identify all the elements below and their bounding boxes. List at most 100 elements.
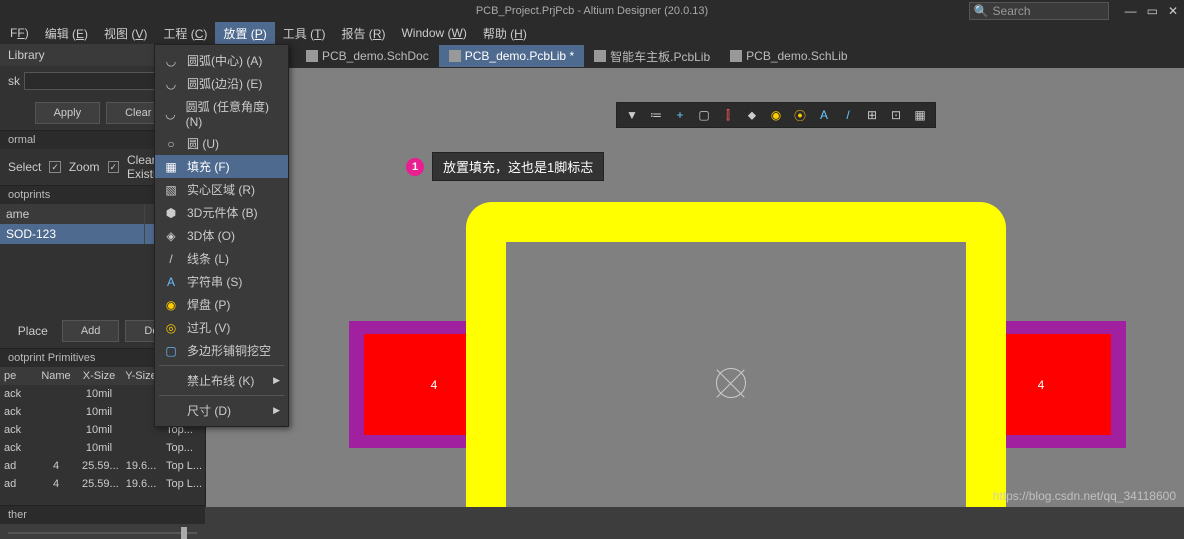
col-name[interactable]: Name [34,367,78,385]
arc-icon: ◡ [163,76,179,92]
filter-icon[interactable]: ▼ [621,105,643,125]
document-tab[interactable]: 智能车主板.PcbLib [584,44,720,69]
text-icon[interactable]: A [813,105,835,125]
col-name[interactable]: ame [0,204,145,224]
menu-item[interactable]: 编辑 (E) [37,22,96,45]
grid3-icon[interactable]: ▦ [909,105,931,125]
grid2-icon[interactable]: ⊡ [885,105,907,125]
select-label: Select [8,160,41,174]
bars-icon[interactable]: ⫿ [717,105,739,125]
origin-marker [716,368,746,398]
arc-icon: ◡ [163,53,179,69]
clear-existing-checkbox[interactable]: ✓ [108,161,119,173]
menu-item-region[interactable]: ▧实心区域 (R) [155,178,288,201]
blank-icon [163,373,179,389]
menu-item[interactable]: Window (W) [393,23,474,43]
file-icon [449,50,461,62]
region-icon: ▧ [163,182,179,198]
content-area: PCB_demo.SchDocPCB_demo.PcbLib *智能车主板.Pc… [206,44,1184,507]
primitive-row[interactable]: ad425.59...19.6...Top L... [0,457,205,475]
menu-bar: FF)编辑 (E)视图 (V)工程 (C)放置 (P)工具 (T)报告 (R)W… [0,22,1184,44]
menu-item-arc[interactable]: ◡圆弧 (任意角度) (N) [155,95,288,132]
canvas-toolbar: ▼ ≔ + ▢ ⫿ ⬥ ◉ ⦿ A / ⊞ ⊡ ▦ [616,102,936,128]
menu-item-arc[interactable]: ◡圆弧(中心) (A) [155,49,288,72]
via-icon[interactable]: ⦿ [789,105,811,125]
menu-item-via[interactable]: ◎过孔 (V) [155,316,288,339]
pcb-canvas[interactable]: ▼ ≔ + ▢ ⫿ ⬥ ◉ ⦿ A / ⊞ ⊡ ▦ 1 放置填充，这也是1脚标志… [206,68,1184,507]
menu-item[interactable]: FF) [2,23,37,43]
menu-item-text[interactable]: A字符串 (S) [155,270,288,293]
apply-button[interactable]: Apply [35,102,101,124]
restore-button[interactable]: ▭ [1147,4,1158,18]
menu-item-3d2[interactable]: ◈3D体 (O) [155,224,288,247]
annotation-callout: 1 放置填充，这也是1脚标志 [406,152,604,181]
menu-item[interactable]: 报告 (R) [333,22,393,45]
fill-icon: ▦ [163,159,179,175]
tag-icon[interactable]: ⬥ [741,105,763,125]
menu-item-fill[interactable]: ▦填充 (F) [155,155,288,178]
menu-item-line[interactable]: /线条 (L) [155,247,288,270]
document-tab[interactable]: PCB_demo.SchLib [720,45,857,67]
window-title: PCB_Project.PrjPcb - Altium Designer (20… [476,5,708,17]
pad-number: 4 [1038,378,1045,392]
zoom-checkbox[interactable]: ✓ [49,161,60,173]
watermark: https://blog.csdn.net/qq_34118600 [993,489,1176,503]
line-icon: / [163,251,179,267]
pad-icon: ◉ [163,297,179,313]
menu-item-pad[interactable]: ◉焊盘 (P) [155,293,288,316]
slider[interactable] [8,532,197,534]
menu-item-3d[interactable]: ⬢3D元件体 (B) [155,201,288,224]
menu-item-poly[interactable]: ▢多边形铺铜挖空 [155,339,288,362]
place-menu-dropdown: ◡圆弧(中心) (A)◡圆弧(边沿) (E)◡圆弧 (任意角度) (N)○圆 (… [154,44,289,427]
menu-item[interactable]: 帮助 (H) [475,22,535,45]
minimize-button[interactable]: — [1125,4,1137,18]
grid1-icon[interactable]: ⊞ [861,105,883,125]
menu-item[interactable]: 工程 (C) [155,22,215,45]
add-button[interactable]: Add [62,320,120,342]
component-outline [466,202,1006,507]
search-input[interactable]: 🔍 Search [969,2,1109,20]
text-icon: A [163,274,179,290]
col-type[interactable]: pe [0,367,34,385]
arc-icon: ◡ [163,106,178,122]
search-placeholder: Search [993,4,1031,18]
plus-icon[interactable]: + [669,105,691,125]
menu-item-item[interactable]: 尺寸 (D)▶ [155,399,288,422]
menu-item[interactable]: 视图 (V) [96,22,155,45]
close-button[interactable]: ✕ [1168,4,1178,18]
document-tabs: PCB_demo.SchDocPCB_demo.PcbLib *智能车主板.Pc… [206,44,1184,68]
menu-item-circle[interactable]: ○圆 (U) [155,132,288,155]
document-tab[interactable]: PCB_demo.SchDoc [296,45,439,67]
chevron-right-icon: ▶ [273,375,280,386]
file-icon [306,50,318,62]
callout-text: 放置填充，这也是1脚标志 [432,152,604,181]
mask-label: sk [8,74,20,88]
callout-number: 1 [406,158,424,176]
file-icon [730,50,742,62]
other-header: ther [0,505,205,524]
chevron-right-icon: ▶ [273,405,280,416]
title-bar: PCB_Project.PrjPcb - Altium Designer (20… [0,0,1184,22]
search-icon: 🔍 [974,4,989,18]
line-icon[interactable]: / [837,105,859,125]
primitive-row[interactable]: ad425.59...19.6...Top L... [0,475,205,493]
list-icon[interactable]: ≔ [645,105,667,125]
document-tab[interactable]: PCB_demo.PcbLib * [439,45,584,67]
menu-item[interactable]: 工具 (T) [275,22,334,45]
menu-item-arc[interactable]: ◡圆弧(边沿) (E) [155,72,288,95]
menu-item-item[interactable]: 禁止布线 (K)▶ [155,369,288,392]
window-controls: — ▭ ✕ [1125,4,1178,18]
circle-icon: ○ [163,136,179,152]
box-icon[interactable]: ▢ [693,105,715,125]
menu-item[interactable]: 放置 (P) [215,22,274,45]
3d-icon: ⬢ [163,205,179,221]
poly-icon: ▢ [163,343,179,359]
pad-number: 4 [431,378,438,392]
blank-icon [163,403,179,419]
col-xs[interactable]: X-Size [78,367,120,385]
primitive-row[interactable]: ack10milTop... [0,439,205,457]
3d2-icon: ◈ [163,228,179,244]
via-icon: ◎ [163,320,179,336]
place-button[interactable]: Place [10,320,56,342]
pad-icon[interactable]: ◉ [765,105,787,125]
